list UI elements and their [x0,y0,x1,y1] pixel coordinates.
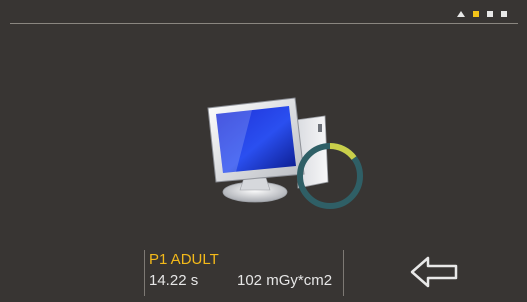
exposure-time: 14.22 s [149,272,199,289]
header-divider [10,23,518,24]
page-indicator [457,11,507,17]
dose-value: 102 mGy*cm2 [237,272,333,289]
exposure-metrics: 14.22 s 102 mGy*cm2 [149,272,343,290]
exam-info-panel: P1 ADULT 14.22 s 102 mGy*cm2 [144,250,344,296]
protocol-label: P1 ADULT [149,251,219,268]
page-dot[interactable] [487,11,493,17]
arrow-left-icon[interactable] [408,254,460,290]
computer-monitor-icon [207,97,363,209]
page-dot[interactable] [501,11,507,17]
home-icon[interactable] [457,11,465,17]
acquisition-screen: P1 ADULT 14.22 s 102 mGy*cm2 [0,0,527,302]
page-dot-active[interactable] [473,11,479,17]
